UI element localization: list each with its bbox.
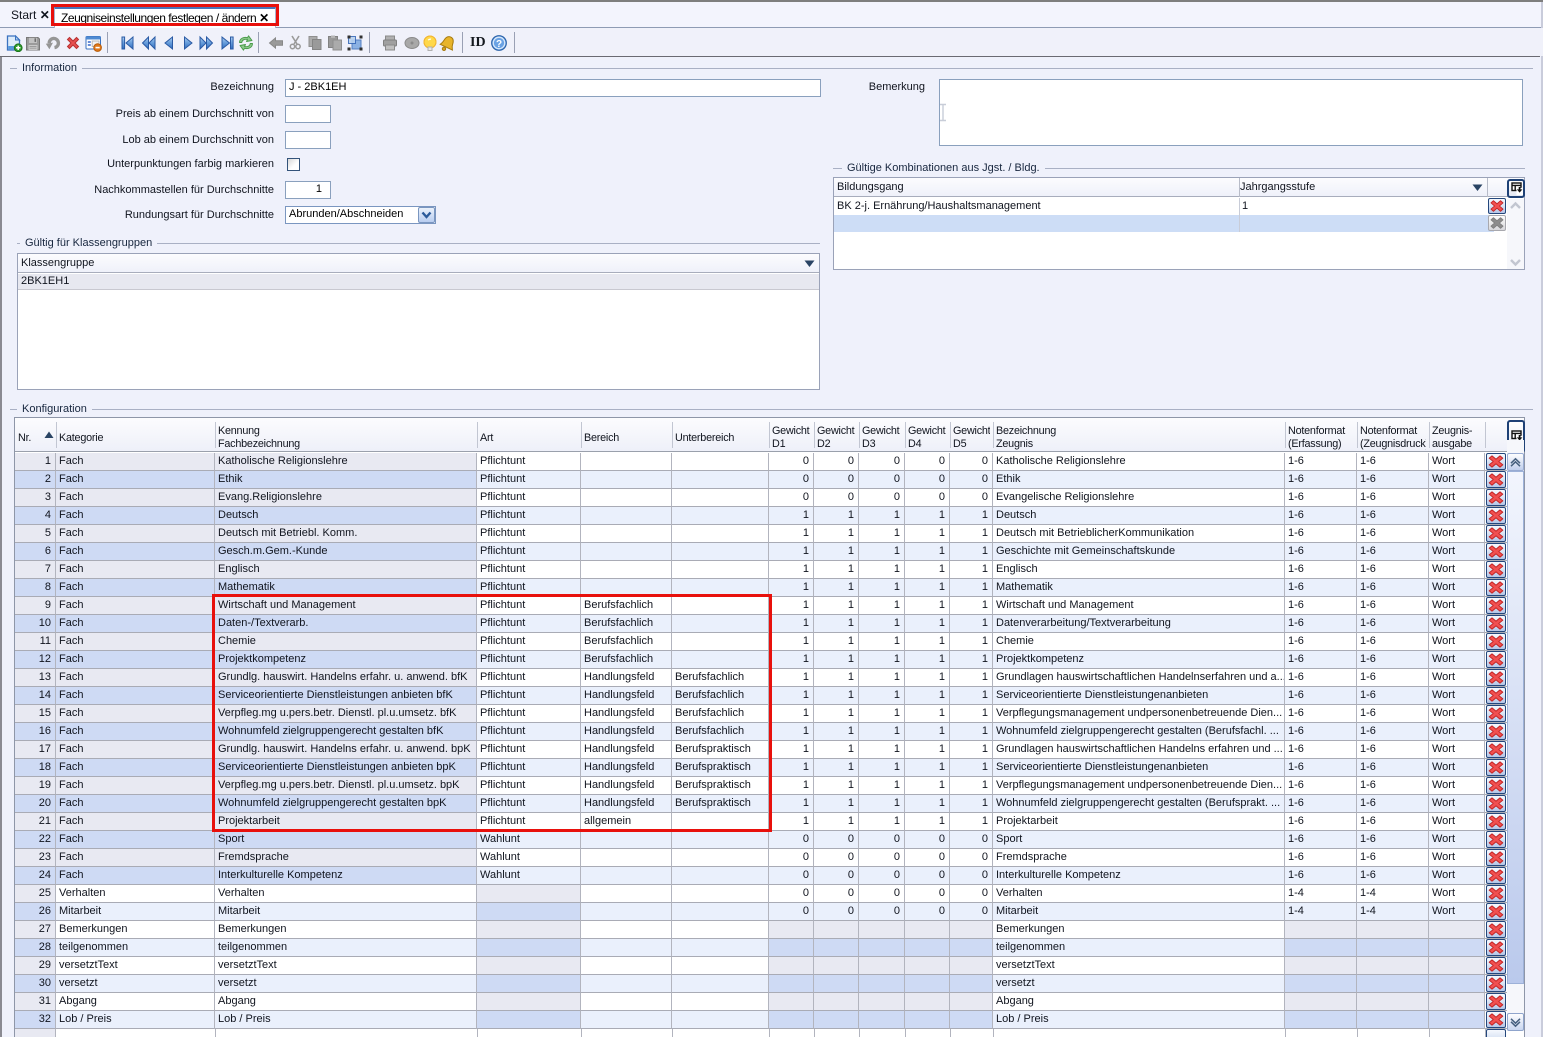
- svg-text:?: ?: [496, 39, 502, 50]
